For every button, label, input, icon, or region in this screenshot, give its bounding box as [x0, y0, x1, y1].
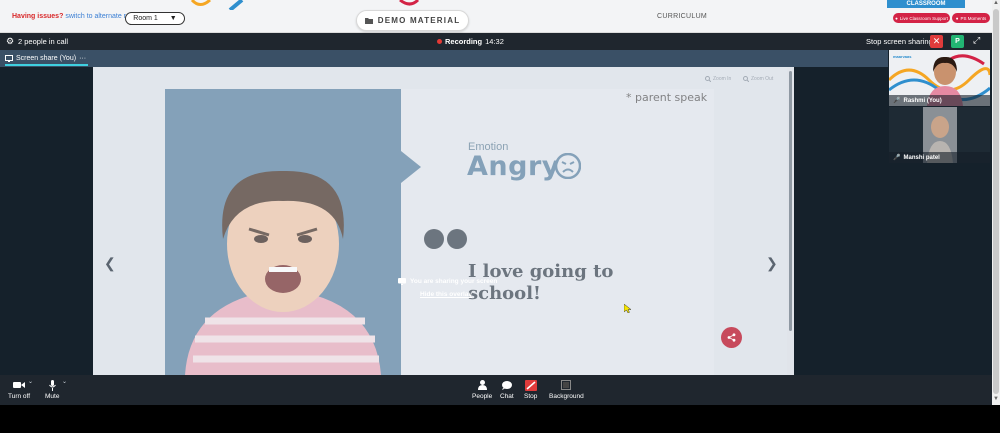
slide-scrollbar[interactable] [787, 67, 794, 375]
close-icon[interactable]: ✕ [930, 35, 943, 48]
recording-time: 14:32 [485, 37, 504, 46]
sharing-overlay [93, 67, 787, 375]
star-icon: ● [955, 15, 959, 21]
mouse-cursor-icon [624, 304, 632, 313]
background-label: Background [549, 393, 584, 400]
demo-material-label: DEMO MATERIAL [377, 16, 461, 25]
screen-share-tab-bar: Screen share (You) ··· [0, 50, 992, 67]
participant-tile[interactable]: maarvaas 🎤 Rashmi (You) [889, 50, 990, 106]
window-bottom-edge [0, 405, 1000, 433]
more-options-icon[interactable]: ··· [79, 55, 86, 62]
mic-icon: 🎤 [893, 155, 901, 161]
app-root: Having issues? switch to alternate room … [0, 0, 1000, 433]
support-icon: ● [895, 15, 898, 21]
gear-icon[interactable]: ⚙ [6, 36, 14, 47]
chevron-right-icon[interactable]: ❯ [766, 255, 778, 272]
people-label: People [472, 393, 493, 400]
top-bar: Having issues? switch to alternate room … [0, 0, 992, 33]
stop-screen-sharing-label[interactable]: Stop screen sharing [866, 37, 933, 46]
person-icon [477, 380, 487, 390]
screen-share-icon [398, 278, 406, 285]
recording-label: Recording [445, 37, 483, 46]
share-button[interactable] [721, 327, 742, 348]
folder-icon [364, 18, 373, 24]
sharing-message-text: You are sharing your screen [410, 278, 498, 285]
screen-share-icon [5, 54, 13, 62]
stop-share-button[interactable]: Stop [524, 379, 537, 400]
caret-down-icon: ▼ [169, 15, 177, 22]
curriculum-tab[interactable]: CURRICULUM [657, 13, 707, 20]
tile-brand: maarvaas [893, 54, 912, 59]
stop-share-icon [524, 379, 537, 391]
scroll-up-icon[interactable]: ▲ [993, 0, 999, 6]
chat-label: Chat [500, 393, 514, 400]
participant-tiles: maarvaas 🎤 Rashmi (You) 🎤 Manshi patel [888, 50, 992, 375]
participant-label: 🎤 Rashmi (You) [889, 95, 990, 106]
room-select-value: Room 1 [133, 15, 158, 22]
ps-moments-button[interactable]: ● PS Moments [952, 13, 990, 23]
top-decoration [190, 0, 420, 10]
scroll-down-icon[interactable]: ▼ [993, 396, 999, 402]
demo-material-button[interactable]: DEMO MATERIAL [356, 10, 469, 31]
participant-badge[interactable]: P [951, 35, 964, 48]
shared-screen: Zoom In Zoom Out * parent speak Emotion … [93, 67, 787, 375]
chat-button[interactable]: Chat [500, 379, 514, 400]
chevron-down-icon[interactable]: ⌄ [62, 378, 67, 385]
live-support-button[interactable]: ● Live Classroom Support [893, 13, 950, 23]
call-header: ⚙ 2 people in call Recording 14:32 Stop … [0, 33, 992, 50]
issues-notice: Having issues? switch to alternate room [12, 13, 140, 20]
recording-indicator: Recording 14:32 [437, 37, 504, 46]
page-scrollbar[interactable]: ▲ ▼ [992, 0, 1000, 405]
mic-icon [48, 379, 56, 391]
participant-label: 🎤 Manshi patel [889, 152, 990, 163]
scrollbar-thumb[interactable] [789, 71, 792, 331]
mute-label: Mute [45, 393, 60, 400]
participant-name: Manshi patel [903, 154, 940, 161]
stop-label: Stop [524, 393, 538, 400]
classroom-tag: CLASSROOM [887, 0, 965, 8]
chat-bubble-icon [501, 380, 512, 390]
live-support-label: Live Classroom Support [899, 15, 948, 21]
camera-icon [13, 382, 26, 388]
sharing-message: You are sharing your screen [398, 278, 497, 285]
stage: Zoom In Zoom Out * parent speak Emotion … [0, 67, 888, 375]
mute-button[interactable]: Mute [45, 379, 59, 400]
record-dot-icon [437, 39, 442, 44]
turn-off-label: Turn off [8, 393, 31, 400]
call-controls: Turn off ⌄ Mute ⌄ People Chat Stop Backg… [0, 375, 992, 405]
share-icon [727, 333, 736, 342]
expand-icon[interactable]: ⤢ [973, 35, 980, 46]
turn-off-camera-button[interactable]: Turn off [8, 379, 30, 400]
tab-screen-share[interactable]: Screen share (You) ··· [5, 52, 89, 66]
participant-name: Rashmi (You) [903, 97, 942, 104]
people-button[interactable]: People [472, 379, 492, 400]
people-count: 2 people in call [18, 37, 69, 46]
screen-share-tab-label: Screen share (You) [16, 54, 77, 62]
page-scrollbar-thumb[interactable] [993, 9, 999, 394]
participant-tile[interactable]: 🎤 Manshi patel [889, 107, 990, 163]
chevron-down-icon[interactable]: ⌄ [28, 378, 33, 385]
chevron-left-icon[interactable]: ❮ [104, 255, 116, 272]
background-icon [561, 380, 572, 390]
mic-icon: 🎤 [893, 98, 901, 104]
ps-moments-label: PS Moments [960, 15, 987, 21]
room-select[interactable]: Room 1 ▼ [125, 12, 185, 25]
background-button[interactable]: Background [549, 379, 584, 400]
hide-overlay-link[interactable]: Hide this overlay [420, 291, 472, 298]
issues-text: Having issues? [12, 13, 64, 20]
